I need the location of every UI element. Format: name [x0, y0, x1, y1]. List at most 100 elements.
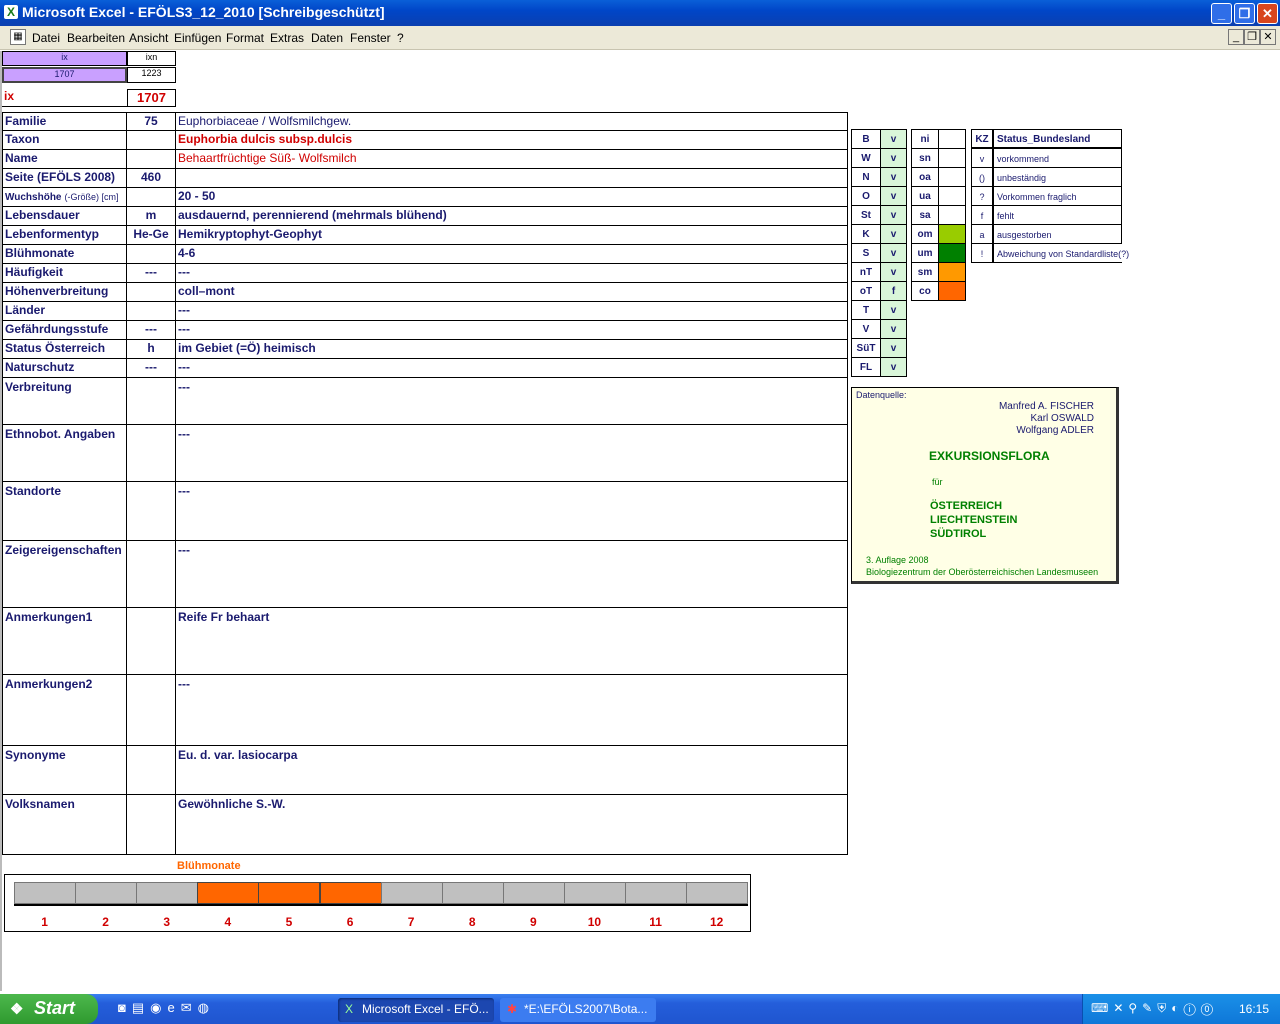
region-code[interactable]: K — [851, 224, 881, 244]
row-value[interactable]: --- — [175, 320, 848, 340]
row-label[interactable]: Name — [2, 149, 127, 169]
firefox-icon[interactable]: ◍ — [198, 1000, 215, 1015]
row-value[interactable]: --- — [175, 263, 848, 283]
region-status[interactable]: v — [880, 300, 907, 320]
menu-datei[interactable]: Datei — [32, 31, 60, 45]
row-code[interactable]: --- — [126, 358, 176, 378]
altitude-code[interactable]: sm — [911, 262, 939, 282]
row-label[interactable]: Länder — [2, 301, 127, 321]
task-excel[interactable]: X Microsoft Excel - EFÖ... — [338, 998, 494, 1022]
quicklaunch[interactable]: ◙▤◉e✉◍ — [118, 1000, 258, 1020]
excel-icon[interactable]: X — [4, 5, 18, 19]
row-value[interactable]: Euphorbiaceae / Wolfsmilchgew. — [175, 112, 848, 131]
row-label[interactable]: Lebenformentyp — [2, 225, 127, 245]
row-label[interactable]: Familie — [2, 112, 127, 131]
row-value[interactable]: Gewöhnliche S.-W. — [175, 794, 848, 855]
row-code[interactable] — [126, 301, 176, 321]
row-label[interactable]: Wuchshöhe (-Größe) [cm] — [2, 187, 127, 207]
altitude-code[interactable]: um — [911, 243, 939, 263]
row-value[interactable]: Hemikryptophyt-Geophyt — [175, 225, 848, 245]
region-status[interactable]: v — [880, 205, 907, 225]
row-code[interactable]: h — [126, 339, 176, 359]
row-code[interactable] — [126, 424, 176, 482]
region-status[interactable]: v — [880, 129, 907, 149]
quicklaunch-icon-5[interactable]: ✉ — [181, 1000, 198, 1015]
row-value[interactable]: ausdauernd, perennierend (mehrmals blühe… — [175, 206, 848, 226]
altitude-color-swatch[interactable] — [938, 129, 966, 149]
ixn-value-cell[interactable]: 1223 — [127, 67, 176, 83]
altitude-code[interactable]: om — [911, 224, 939, 244]
quicklaunch-icon-1[interactable]: ◙ — [118, 1000, 132, 1015]
region-status[interactable]: v — [880, 319, 907, 339]
region-code[interactable]: O — [851, 186, 881, 206]
region-code[interactable]: oT — [851, 281, 881, 301]
tray-icons[interactable]: ⌨✕⚲✎⛨◐ⓘ⓪ — [1091, 1001, 1218, 1016]
doc-minimize-icon[interactable]: _ — [1228, 29, 1244, 45]
region-status[interactable]: v — [880, 186, 907, 206]
menu-fenster[interactable]: Fenster — [350, 31, 391, 45]
restore-button[interactable]: ❐ — [1234, 3, 1255, 24]
ix-value-cell[interactable]: 1707 — [2, 67, 127, 83]
altitude-code[interactable]: sn — [911, 148, 939, 168]
row-code[interactable]: --- — [126, 263, 176, 283]
row-value[interactable]: --- — [175, 424, 848, 482]
row-value[interactable]: Reife Fr behaart — [175, 607, 848, 675]
region-code[interactable]: B — [851, 129, 881, 149]
row-code[interactable] — [126, 674, 176, 746]
quicklaunch-icon-2[interactable]: ▤ — [132, 1000, 150, 1015]
row-label[interactable]: Blühmonate — [2, 244, 127, 264]
menu-ansicht[interactable]: Ansicht — [129, 31, 168, 45]
task-editor[interactable]: ✱ *E:\EFÖLS2007\Bota... — [500, 998, 656, 1022]
menu-extras[interactable]: Extras — [270, 31, 304, 45]
row-value[interactable]: Euphorbia dulcis subsp.dulcis — [175, 130, 848, 150]
row-code[interactable]: 75 — [126, 112, 176, 131]
region-code[interactable]: nT — [851, 262, 881, 282]
row-value[interactable]: 20 - 50 — [175, 187, 848, 207]
doc-close-icon[interactable]: ✕ — [1260, 29, 1276, 45]
region-code[interactable]: S — [851, 243, 881, 263]
row-code[interactable] — [126, 282, 176, 302]
row-label[interactable]: Anmerkungen2 — [2, 674, 127, 746]
row-code[interactable]: 460 — [126, 168, 176, 188]
row-label[interactable]: Höhenverbreitung — [2, 282, 127, 302]
row-value[interactable]: Eu. d. var. lasiocarpa — [175, 745, 848, 795]
altitude-color-swatch[interactable] — [938, 148, 966, 168]
row-code[interactable] — [126, 607, 176, 675]
row-label[interactable]: Häufigkeit — [2, 263, 127, 283]
row-label[interactable]: Ethnobot. Angaben — [2, 424, 127, 482]
row-label[interactable]: Zeigereigenschaften — [2, 540, 127, 608]
row-value[interactable] — [175, 168, 848, 188]
row-code[interactable]: --- — [126, 320, 176, 340]
region-status[interactable]: v — [880, 148, 907, 168]
row-code[interactable] — [126, 130, 176, 150]
row-label[interactable]: Volksnamen — [2, 794, 127, 855]
row-value[interactable]: --- — [175, 301, 848, 321]
row-code[interactable] — [126, 481, 176, 541]
altitude-code[interactable]: sa — [911, 205, 939, 225]
menu-format[interactable]: Format — [226, 31, 264, 45]
close-button[interactable]: ✕ — [1257, 3, 1278, 24]
altitude-color-swatch[interactable] — [938, 205, 966, 225]
region-status[interactable]: v — [880, 224, 907, 244]
region-code[interactable]: T — [851, 300, 881, 320]
row-code[interactable]: m — [126, 206, 176, 226]
row-code[interactable] — [126, 794, 176, 855]
altitude-code[interactable]: co — [911, 281, 939, 301]
altitude-color-swatch[interactable] — [938, 224, 966, 244]
region-status[interactable]: v — [880, 262, 907, 282]
row-label[interactable]: Taxon — [2, 130, 127, 150]
quicklaunch-icon-3[interactable]: ◉ — [150, 1000, 167, 1015]
row-value[interactable]: Behaartfrüchtige Süß- Wolfsmilch — [175, 149, 848, 169]
menu-help[interactable]: ? — [397, 31, 404, 45]
row-value[interactable]: coll–mont — [175, 282, 848, 302]
altitude-code[interactable]: ua — [911, 186, 939, 206]
region-status[interactable]: v — [880, 243, 907, 263]
row-value[interactable]: --- — [175, 377, 848, 425]
row-value[interactable]: 4-6 — [175, 244, 848, 264]
row-label[interactable]: Naturschutz — [2, 358, 127, 378]
doc-restore-icon[interactable]: ❐ — [1244, 29, 1260, 45]
row-label[interactable]: Gefährdungsstufe — [2, 320, 127, 340]
row-code[interactable] — [126, 377, 176, 425]
row-label[interactable]: Synonyme — [2, 745, 127, 795]
region-code[interactable]: St — [851, 205, 881, 225]
